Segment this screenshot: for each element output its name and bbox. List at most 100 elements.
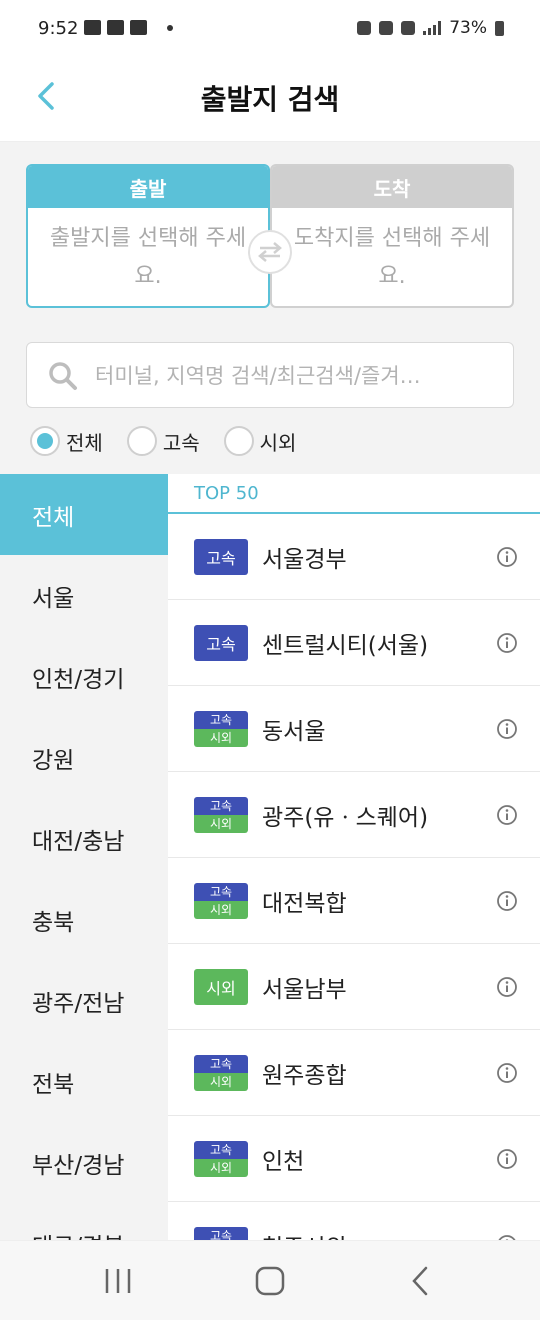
region-item-jeonbuk[interactable]: 전북	[0, 1041, 168, 1122]
system-nav-bar	[0, 1240, 540, 1320]
terminal-list: TOP 50 고속 서울경부 고속 센트럴시티(서울) 고속 시외 동서울 고속 시외 광주(유ㆍ…	[168, 474, 540, 1240]
terminal-type-badge: 고속	[194, 624, 248, 661]
info-icon[interactable]	[496, 1148, 518, 1170]
type-filter: 전체 고속 시외	[30, 426, 296, 456]
filter-express[interactable]: 고속	[126, 426, 200, 456]
radio-unselected-icon	[126, 426, 157, 456]
app-header: 출발지 검색	[0, 60, 540, 142]
terminal-name: 서울남부	[262, 976, 347, 1003]
terminal-row[interactable]: 고속 시외 원주종합	[168, 1030, 540, 1116]
filter-all[interactable]: 전체	[30, 426, 103, 456]
terminal-type-badge: 고속	[194, 538, 248, 575]
filter-intercity[interactable]: 시외	[223, 426, 296, 456]
terminal-row[interactable]: 고속 시외 대전복합	[168, 858, 540, 944]
mute-icon	[379, 21, 394, 35]
terminal-type-badge: 고속시외	[194, 882, 248, 919]
terminal-name: 동서울	[262, 718, 326, 745]
info-icon[interactable]	[496, 1062, 518, 1084]
youtube-icon	[130, 20, 147, 35]
info-icon[interactable]	[496, 890, 518, 912]
status-bar: 9:52 73%	[0, 0, 540, 60]
departure-box[interactable]: 출발 출발지를 선택해 주세요.	[26, 164, 270, 308]
list-header: TOP 50	[168, 474, 540, 514]
info-icon[interactable]	[496, 632, 518, 654]
nav-back-button[interactable]	[402, 1263, 442, 1299]
filter-all-label: 전체	[66, 430, 103, 455]
route-selector: 출발 출발지를 선택해 주세요. 도착 도착지를 선택해 주세요.	[0, 142, 540, 328]
express-badge: 고속	[194, 1226, 248, 1240]
search-box[interactable]	[26, 342, 514, 408]
express-badge: 고속	[194, 1054, 248, 1073]
terminal-row[interactable]: 고속 시외 인천	[168, 1116, 540, 1202]
terminal-row[interactable]: 고속 시외 동서울	[168, 686, 540, 772]
swap-button[interactable]	[248, 230, 292, 274]
region-item-seoul[interactable]: 서울	[0, 555, 168, 636]
swap-icon	[258, 242, 282, 262]
region-item-chungbuk[interactable]: 충북	[0, 879, 168, 960]
region-item-daejeon-chungnam[interactable]: 대전/충남	[0, 798, 168, 879]
intercity-badge: 시외	[194, 1072, 248, 1091]
terminal-type-badge: 시외	[194, 968, 248, 1005]
content-area: 전체 서울 인천/경기 강원 대전/충남 충북 광주/전남 전북 부산/경남 대…	[0, 474, 540, 1240]
info-icon[interactable]	[496, 718, 518, 740]
info-icon[interactable]	[496, 976, 518, 998]
wifi-icon	[401, 21, 416, 35]
alarm-icon	[357, 21, 372, 35]
region-item-busan-gyeongnam[interactable]: 부산/경남	[0, 1122, 168, 1203]
info-icon[interactable]	[496, 804, 518, 826]
gallery-icon	[84, 20, 101, 35]
intercity-badge: 시외	[194, 900, 248, 919]
arrival-label: 도착	[272, 166, 512, 208]
terminal-name: 인천	[262, 1148, 305, 1175]
terminal-row[interactable]: 고속 서울경부	[168, 514, 540, 600]
terminal-row[interactable]: 고속시외 청주시외	[168, 1202, 540, 1240]
region-item-gangwon[interactable]: 강원	[0, 717, 168, 798]
info-icon[interactable]	[496, 546, 518, 568]
region-sidebar: 전체 서울 인천/경기 강원 대전/충남 충북 광주/전남 전북 부산/경남 대…	[0, 474, 168, 1240]
search-input[interactable]	[95, 357, 495, 395]
express-badge: 고속	[194, 796, 248, 815]
radio-selected-icon	[30, 426, 60, 456]
notification-icons	[84, 20, 173, 35]
departure-label: 출발	[28, 166, 268, 208]
home-icon	[255, 1266, 285, 1296]
departure-placeholder: 출발지를 선택해 주세요.	[49, 226, 247, 289]
system-icons: 73%	[357, 18, 504, 38]
recent-apps-button[interactable]	[98, 1263, 138, 1299]
battery-percent: 73%	[449, 18, 487, 38]
search-area: 전체 고속 시외	[0, 328, 540, 474]
search-icon	[49, 362, 77, 390]
intercity-badge: 시외	[194, 968, 248, 1005]
terminal-name: 센트럴시티(서울)	[262, 632, 429, 659]
express-badge: 고속	[194, 882, 248, 901]
express-badge: 고속	[194, 1140, 248, 1159]
home-button[interactable]	[250, 1263, 290, 1299]
signal-icon	[423, 21, 442, 35]
terminal-name: 광주(유ㆍ스퀘어)	[262, 804, 429, 831]
intercity-badge: 시외	[194, 728, 248, 747]
terminal-name: 청주시외	[262, 1228, 347, 1241]
region-item-incheon-gyeonggi[interactable]: 인천/경기	[0, 636, 168, 717]
terminal-row[interactable]: 고속 센트럴시티(서울)	[168, 600, 540, 686]
terminal-type-badge: 고속시외	[194, 1140, 248, 1177]
battery-icon	[495, 20, 504, 36]
terminal-type-badge: 고속시외	[194, 1054, 248, 1091]
intercity-badge: 시외	[194, 1158, 248, 1177]
page-title: 출발지 검색	[200, 83, 340, 116]
radio-unselected-icon	[223, 426, 254, 456]
intercity-badge: 시외	[194, 814, 248, 833]
region-item-gwangju-jeonnam[interactable]: 광주/전남	[0, 960, 168, 1041]
terminal-type-badge: 고속시외	[194, 710, 248, 747]
region-item-daegu-gyeongbuk[interactable]: 대구/경북	[0, 1203, 168, 1241]
terminal-type-badge: 고속시외	[194, 1226, 248, 1240]
terminal-rows: 고속 서울경부 고속 센트럴시티(서울) 고속 시외 동서울 고속 시외 광주(유ㆍ스퀘어) 고속 시…	[168, 514, 540, 1240]
express-badge: 고속	[194, 624, 248, 661]
filter-express-label: 고속	[162, 430, 200, 455]
recent-apps-icon	[105, 1269, 131, 1293]
terminal-row[interactable]: 고속 시외 광주(유ㆍ스퀘어)	[168, 772, 540, 858]
terminal-type-badge: 고속시외	[194, 796, 248, 833]
region-item-all[interactable]: 전체	[0, 474, 168, 555]
status-time: 9:52	[38, 18, 79, 39]
arrival-box[interactable]: 도착 도착지를 선택해 주세요.	[270, 164, 514, 308]
terminal-row[interactable]: 시외 서울남부	[168, 944, 540, 1030]
